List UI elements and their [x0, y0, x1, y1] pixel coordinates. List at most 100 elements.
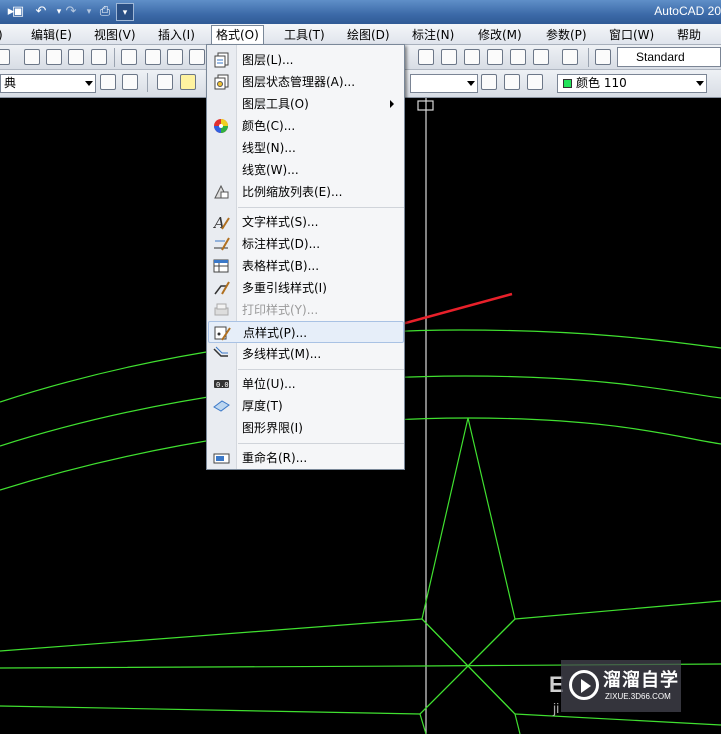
save-icon[interactable]: ▣ — [9, 3, 27, 21]
menu-item-point-style[interactable]: 点样式(P)... — [208, 321, 404, 343]
menu-item-drawing-limits[interactable]: 图形界限(I) — [208, 417, 404, 439]
publish-icon[interactable] — [46, 49, 62, 65]
3d-print-icon[interactable] — [68, 49, 84, 65]
menu-modify[interactable]: 修改(M) — [474, 26, 526, 44]
color-swatch — [563, 79, 572, 88]
match-properties-icon[interactable] — [189, 49, 205, 65]
menu-item-dim-style[interactable]: 标注样式(D)... — [208, 233, 404, 255]
new-icon[interactable] — [0, 49, 10, 65]
menu-edit[interactable]: 编辑(E) — [27, 26, 76, 44]
menu-item-layer[interactable]: 图层(L)... — [208, 49, 404, 71]
markup-icon[interactable] — [510, 49, 526, 65]
menu-item-label: 重命名(R)... — [242, 451, 308, 465]
layer-properties-icon[interactable] — [100, 74, 116, 90]
menu-item-label: 比例缩放列表(E)... — [242, 185, 343, 199]
menu-item-lineweight[interactable]: 线宽(W)... — [208, 159, 404, 181]
menu-help[interactable]: 帮助(H) — [673, 26, 721, 60]
menu-item-label: 表格样式(B)... — [242, 259, 320, 273]
menu-item-color[interactable]: 颜色(C)... — [208, 115, 404, 137]
menu-window[interactable]: 窗口(W) — [605, 26, 658, 44]
menu-item-text-style[interactable]: A 文字样式(S)... — [208, 211, 404, 233]
svg-text:0.0: 0.0 — [216, 381, 229, 389]
menu-format[interactable]: 格式(O) — [211, 25, 264, 46]
properties-icon[interactable] — [418, 49, 434, 65]
text-style-combo[interactable]: Standard — [617, 47, 721, 67]
quickcalc-icon[interactable] — [533, 49, 549, 65]
toolbar-separator — [147, 73, 148, 92]
menu-item-layer-state-manager[interactable]: 图层状态管理器(A)... — [208, 71, 404, 93]
mleader-style-icon — [213, 280, 230, 296]
menu-separator — [238, 443, 404, 444]
layer-match-icon[interactable] — [504, 74, 520, 90]
menu-separator — [238, 207, 404, 208]
sheet-set-icon[interactable] — [487, 49, 503, 65]
menu-item-label: 多线样式(M)... — [242, 347, 322, 361]
title-bar: ▸ ▣ ↶ ▾ ↷ ▾ ⎙ ▾ AutoCAD 20 — [0, 0, 721, 24]
plot-icon[interactable]: ⎙ — [96, 3, 114, 21]
toolbar-separator — [588, 48, 589, 67]
menu-item-label: 单位(U)... — [242, 377, 296, 391]
paste-icon[interactable] — [167, 49, 183, 65]
chevron-down-icon — [467, 81, 475, 86]
menu-item-scale-list[interactable]: 比例缩放列表(E)... — [208, 181, 404, 203]
layer-make-current-icon[interactable] — [481, 74, 497, 90]
rename-icon — [213, 450, 230, 466]
menu-tools[interactable]: 工具(T) — [280, 26, 329, 44]
layer-manager-icon[interactable] — [157, 74, 173, 90]
chevron-down-icon — [696, 81, 704, 86]
menu-item-label: 线宽(W)... — [242, 163, 299, 177]
star-upper — [421, 417, 516, 667]
menu-item-units[interactable]: 0.0 单位(U)... — [208, 373, 404, 395]
layer-dropdown-combo[interactable] — [410, 74, 478, 93]
help-icon[interactable] — [562, 49, 578, 65]
text-style-toolbar-icon[interactable] — [595, 49, 611, 65]
window-title: AutoCAD 20 — [654, 4, 721, 18]
menu-item-mline-style[interactable]: 多线样式(M)... — [208, 343, 404, 365]
menu-item-thickness[interactable]: 厚度(T) — [208, 395, 404, 417]
menu-file[interactable]: ) — [0, 26, 7, 44]
layer-combo[interactable]: 典 — [0, 74, 96, 93]
menu-item-layer-tools[interactable]: 图层工具(O) — [208, 93, 404, 115]
background-text: ji — [553, 700, 560, 716]
color-combo-value: 颜色 110 — [576, 76, 627, 90]
cut-icon[interactable] — [121, 49, 137, 65]
color-wheel-icon — [213, 118, 230, 134]
menu-item-label: 图层工具(O) — [242, 97, 309, 111]
units-icon: 0.0 — [213, 376, 230, 392]
menu-item-label: 颜色(C)... — [242, 119, 296, 133]
chevron-right-icon — [390, 100, 394, 108]
menu-item-table-style[interactable]: 表格样式(B)... — [208, 255, 404, 277]
mline-style-icon — [213, 346, 230, 362]
customize-dropdown-icon[interactable]: ▾ — [116, 3, 134, 21]
menu-item-label: 文字样式(S)... — [242, 215, 319, 229]
menu-item-label: 多重引线样式(I) — [242, 281, 327, 295]
redo-icon[interactable]: ↷ — [62, 3, 80, 21]
design-center-icon[interactable] — [441, 49, 457, 65]
menu-parametric[interactable]: 参数(P) — [542, 26, 591, 44]
layer-prev-state-icon[interactable] — [527, 74, 543, 90]
plot-style-icon — [213, 302, 230, 318]
star-lower-left — [419, 665, 469, 734]
menu-item-label: 线型(N)... — [242, 141, 296, 155]
table-style-icon — [213, 258, 230, 274]
etransmit-icon[interactable] — [91, 49, 107, 65]
thickness-icon — [213, 398, 230, 414]
color-combo[interactable]: 颜色 110 — [557, 74, 707, 93]
menu-insert[interactable]: 插入(I) — [154, 26, 199, 44]
menu-item-linetype[interactable]: 线型(N)... — [208, 137, 404, 159]
layer-on-bulb-icon[interactable] — [180, 74, 196, 90]
menu-item-rename[interactable]: 重命名(R)... — [208, 447, 404, 469]
dim-style-icon — [213, 236, 230, 252]
menu-dimension[interactable]: 标注(N) — [408, 26, 458, 44]
undo-icon[interactable]: ↶ — [32, 3, 50, 21]
plot-preview-icon[interactable] — [24, 49, 40, 65]
menu-item-label: 图形界限(I) — [242, 421, 303, 435]
menu-item-mleader-style[interactable]: 多重引线样式(I) — [208, 277, 404, 299]
menu-draw[interactable]: 绘图(D) — [343, 26, 394, 44]
bottom-line — [0, 618, 423, 652]
tool-palettes-icon[interactable] — [464, 49, 480, 65]
layer-previous-icon[interactable] — [122, 74, 138, 90]
menu-item-label: 打印样式(Y)... — [242, 303, 319, 317]
copy-icon[interactable] — [145, 49, 161, 65]
menu-view[interactable]: 视图(V) — [90, 26, 140, 44]
